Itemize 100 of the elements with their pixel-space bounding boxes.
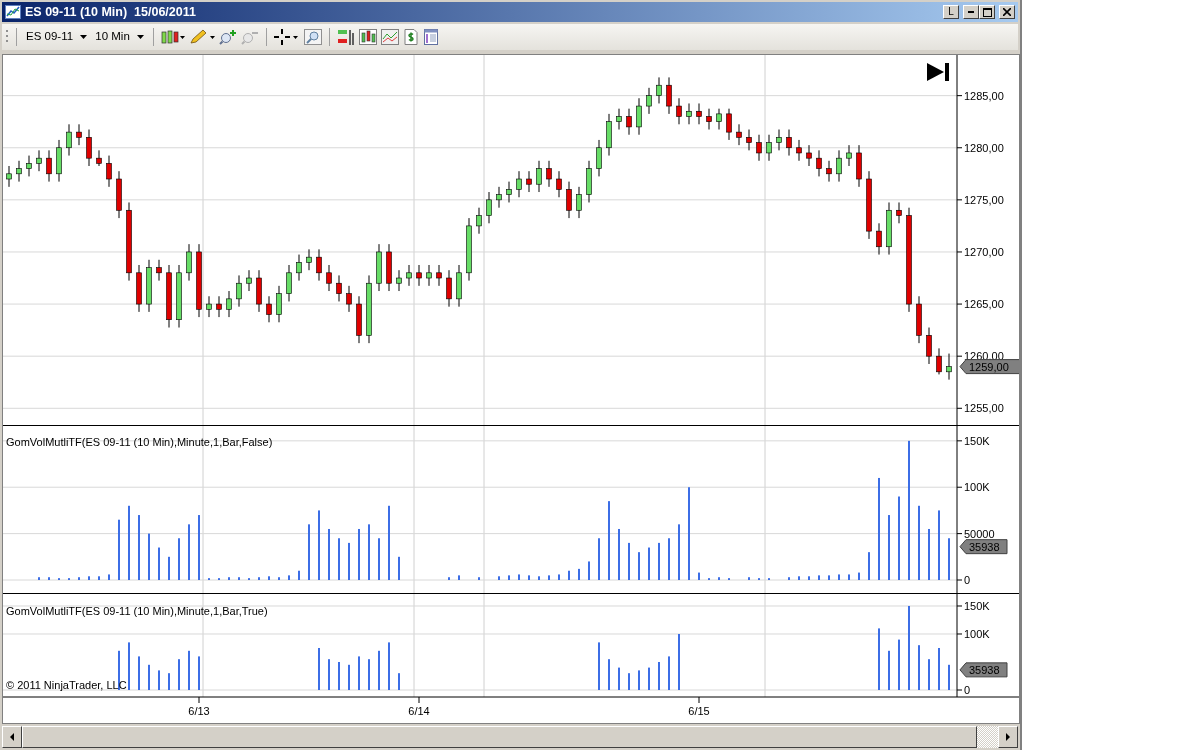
- candle: [676, 97, 682, 125]
- caret-icon: [137, 35, 144, 40]
- candle: [26, 155, 32, 177]
- last-value-tag: 35938: [959, 662, 1008, 678]
- candle: [596, 139, 602, 177]
- bar-chart-icon[interactable]: [359, 29, 377, 45]
- candle: [296, 254, 302, 282]
- candle: [86, 129, 92, 167]
- scroll-right-button[interactable]: [998, 726, 1018, 748]
- indicator-title: GomVolMutliTF(ES 09-11 (10 Min),Minute,1,Bar,False): [6, 436, 273, 448]
- candle: [396, 269, 402, 292]
- axis-label: 100K: [964, 481, 990, 494]
- zoom-in-icon[interactable]: [219, 29, 237, 45]
- candle: [176, 264, 182, 328]
- axis-label: 100K: [964, 628, 990, 640]
- candle: [216, 295, 222, 318]
- axis-label: 50000: [964, 527, 995, 540]
- candle: [886, 201, 892, 256]
- candle: [466, 217, 472, 282]
- axis-label: 0: [964, 574, 971, 586]
- candle: [506, 181, 512, 203]
- candle: [166, 264, 172, 328]
- candle: [696, 102, 702, 125]
- candle: [926, 327, 932, 365]
- candle: [56, 139, 62, 183]
- scroll-left-button[interactable]: [2, 726, 22, 748]
- candle: [236, 274, 242, 308]
- scrollbar-track[interactable]: [977, 726, 998, 748]
- candle: [746, 129, 752, 151]
- jump-to-end-icon[interactable]: [927, 63, 949, 81]
- candle: [606, 113, 612, 157]
- candle: [136, 264, 142, 313]
- link-button[interactable]: L: [943, 5, 959, 19]
- axis-label: 150K: [964, 600, 990, 612]
- candle: [586, 160, 592, 203]
- dollar-document-icon[interactable]: [403, 29, 419, 45]
- magnifier-icon[interactable]: [304, 29, 322, 45]
- candle: [786, 129, 792, 157]
- strategy-icon[interactable]: [337, 29, 355, 45]
- pencil-icon[interactable]: [189, 29, 215, 45]
- candle: [626, 108, 632, 136]
- candle: [66, 123, 72, 157]
- candle: [116, 170, 122, 219]
- line-chart-icon[interactable]: [381, 29, 399, 45]
- candle: [456, 264, 462, 308]
- candle: [816, 149, 822, 177]
- candle: [156, 259, 162, 282]
- candle: [636, 97, 642, 136]
- maximize-button[interactable]: [979, 5, 995, 19]
- candle: [796, 139, 802, 162]
- candle: [426, 264, 432, 287]
- candle: [866, 170, 872, 240]
- candle: [246, 269, 252, 292]
- candle: [686, 102, 692, 125]
- axis-label: 1285,00: [964, 89, 1004, 102]
- candle: [776, 129, 782, 151]
- instrument-dropdown[interactable]: ES 09-11: [24, 28, 90, 46]
- axis-label: 1265,00: [964, 298, 1004, 311]
- candlestick-icon[interactable]: [161, 29, 185, 45]
- candle: [716, 108, 722, 130]
- grip-icon: [6, 29, 9, 45]
- crosshair-icon[interactable]: [274, 29, 300, 45]
- axis-label: 1275,00: [964, 193, 1004, 206]
- axis-label: 150K: [964, 434, 990, 447]
- candle: [36, 149, 42, 172]
- left-arrow-icon: [10, 733, 14, 741]
- minimize-icon: [968, 11, 974, 13]
- close-button[interactable]: [999, 5, 1015, 19]
- candle: [276, 285, 282, 323]
- window-title: ES 09-11 (10 Min) 15/06/2011: [25, 3, 196, 21]
- minimize-button[interactable]: [963, 5, 979, 19]
- candle: [526, 170, 532, 193]
- candle: [406, 264, 412, 287]
- candle: [306, 248, 312, 271]
- caret-icon: [80, 35, 88, 40]
- axis-label: 0: [964, 684, 971, 696]
- candle: [856, 144, 862, 188]
- candle: [256, 269, 262, 313]
- candle: [446, 269, 452, 308]
- scrollbar-thumb[interactable]: [22, 726, 977, 748]
- candle: [536, 160, 542, 193]
- maximize-icon: [982, 7, 992, 17]
- candle: [836, 149, 842, 183]
- candle: [736, 123, 742, 146]
- candle: [106, 155, 112, 188]
- candle: [566, 181, 572, 219]
- date-label: 6/13: [188, 705, 210, 717]
- period-dropdown[interactable]: 10 Min: [93, 28, 146, 46]
- date-label: 6/14: [408, 705, 430, 717]
- right-arrow-icon: [1006, 733, 1010, 741]
- candle: [756, 134, 762, 162]
- candle: [76, 123, 82, 146]
- candle: [556, 170, 562, 198]
- candle: [226, 290, 232, 318]
- candle: [356, 295, 362, 344]
- data-box-icon[interactable]: [423, 29, 439, 45]
- candle: [806, 144, 812, 167]
- candle: [616, 108, 622, 130]
- axis-label: 1255,00: [964, 402, 1004, 415]
- candle: [846, 144, 852, 167]
